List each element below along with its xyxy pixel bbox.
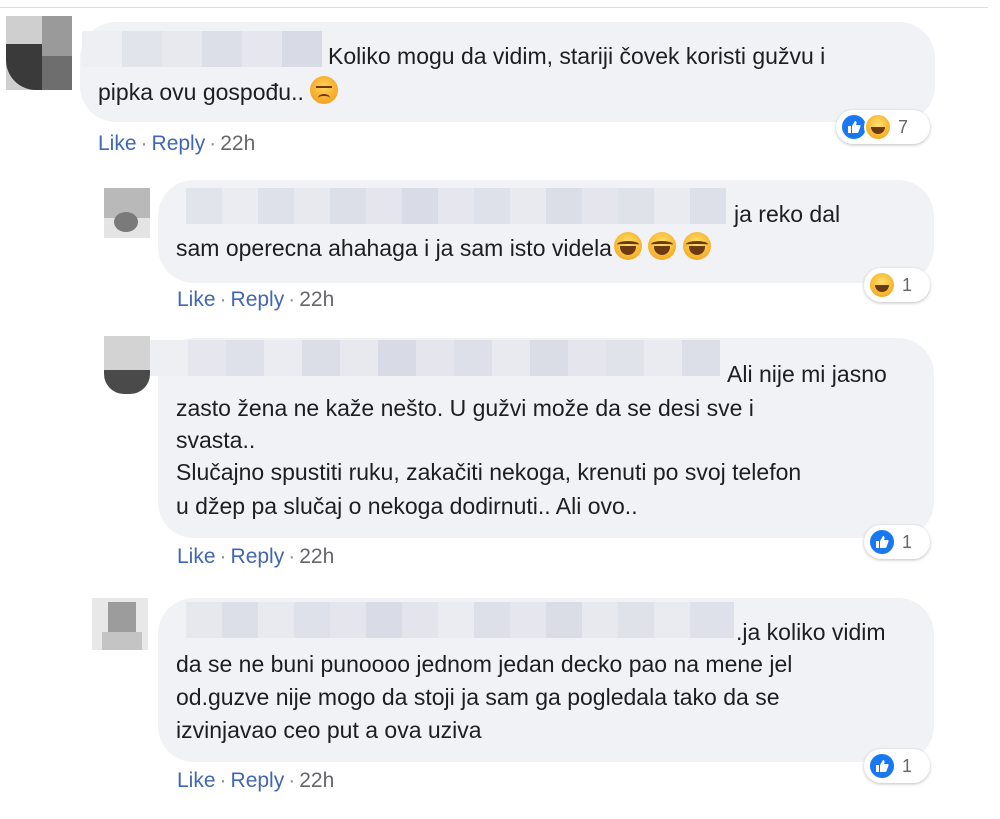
comment-text: sam operecna ahahaga i ja sam isto videl… (176, 232, 711, 265)
haha-icon (868, 271, 896, 299)
reaction-summary[interactable]: 1 (864, 749, 930, 783)
avatar[interactable] (104, 336, 150, 394)
comment-actions: Like · Reply · 22h (177, 769, 335, 792)
reaction-count: 7 (898, 116, 909, 137)
timestamp[interactable]: 22h (299, 545, 334, 568)
comment-text: svasta.. (176, 427, 256, 453)
like-icon (868, 528, 896, 556)
reaction-summary[interactable]: 1 (864, 268, 930, 302)
comment-actions: Like · Reply · 22h (177, 288, 335, 311)
comment-actions: Like · Reply · 22h (98, 132, 256, 155)
comment-text: Koliko mogu da vidim, stariji čovek kori… (328, 43, 826, 69)
like-link[interactable]: Like (177, 545, 216, 568)
comment-text: od.guzve nije mogo da stoji ja sam ga po… (176, 684, 780, 710)
laughing-face-icon (648, 232, 677, 260)
reaction-count: 1 (902, 531, 913, 552)
comment-text: pipka ovu gospođu.. (98, 76, 339, 109)
reaction-count: 1 (902, 274, 913, 295)
reply-link[interactable]: Reply (231, 545, 285, 568)
commenter-name-blurred[interactable] (186, 602, 734, 638)
comment-text: u džep pa slučaj o nekoga dodirnuti.. Al… (176, 493, 638, 519)
like-icon (868, 752, 896, 780)
laughing-face-icon (613, 232, 642, 260)
comment-text: .ja koliko vidim (736, 619, 886, 645)
timestamp[interactable]: 22h (299, 288, 334, 311)
reply-link[interactable]: Reply (231, 288, 285, 311)
comment-actions: Like · Reply · 22h (177, 545, 335, 568)
timestamp[interactable]: 22h (220, 132, 255, 155)
avatar[interactable] (104, 188, 150, 238)
reaction-count: 1 (902, 755, 913, 776)
avatar[interactable] (92, 598, 148, 650)
reply-link[interactable]: Reply (231, 769, 285, 792)
haha-icon (864, 113, 892, 141)
comment-text: Slučajno spustiti ruku, zakačiti nekoga,… (176, 459, 802, 485)
reaction-summary[interactable]: 1 (864, 525, 930, 559)
avatar[interactable] (6, 16, 72, 90)
comment-text: da se ne buni punoooo jednom jedan decko… (176, 651, 793, 677)
timestamp[interactable]: 22h (299, 769, 334, 792)
reply-link[interactable]: Reply (152, 132, 206, 155)
like-link[interactable]: Like (98, 132, 137, 155)
reaction-summary[interactable]: 7 (836, 110, 930, 144)
comment-text: zasto žena ne kaže nešto. U gužvi može d… (176, 395, 754, 421)
commenter-name-blurred[interactable] (82, 31, 322, 67)
angry-face-icon (310, 76, 339, 104)
commenter-name-blurred[interactable] (150, 340, 720, 376)
comment-text: Ali nije mi jasno (727, 361, 887, 387)
commenter-name-blurred[interactable] (186, 188, 726, 224)
comment-text: izvinjavao ceo put a ova uziva (176, 717, 482, 743)
like-link[interactable]: Like (177, 769, 216, 792)
like-link[interactable]: Like (177, 288, 216, 311)
divider (0, 7, 988, 8)
laughing-face-icon (682, 232, 711, 260)
comment-text: ja reko dal (734, 201, 841, 227)
